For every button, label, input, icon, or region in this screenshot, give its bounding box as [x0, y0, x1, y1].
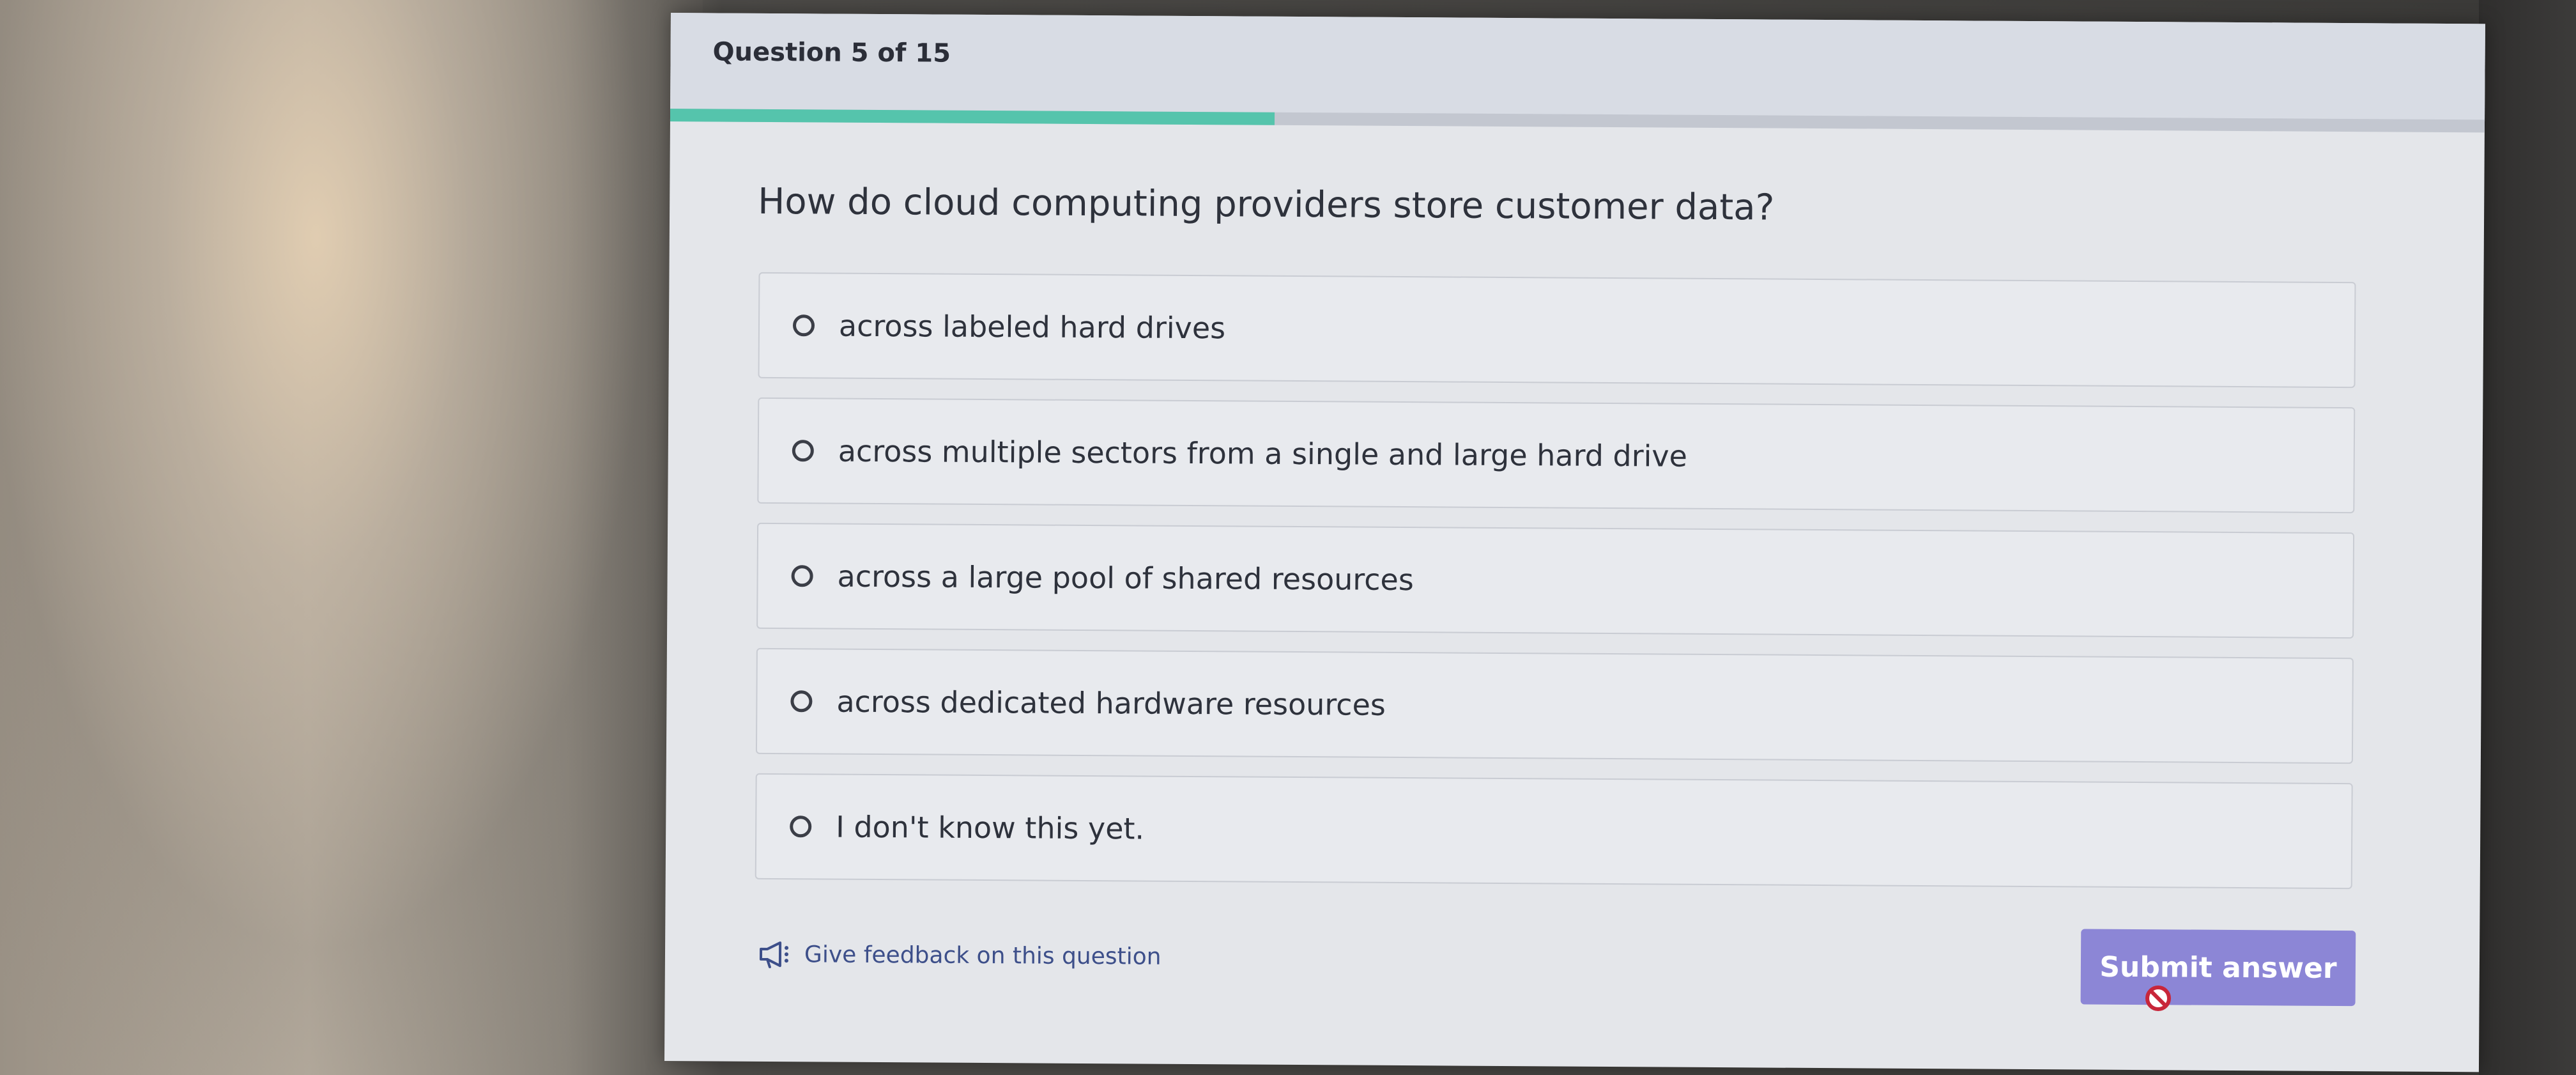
- feedback-link[interactable]: Give feedback on this question: [758, 939, 1162, 972]
- radio-button[interactable]: [790, 816, 812, 838]
- quiz-footer: Give feedback on this question Submit an…: [758, 921, 2356, 1014]
- answer-option[interactable]: I don't know this yet.: [755, 773, 2353, 890]
- answer-option[interactable]: across multiple sectors from a single an…: [757, 397, 2356, 514]
- answer-option[interactable]: across labeled hard drives: [758, 272, 2356, 389]
- not-allowed-cursor-icon: [2145, 986, 2171, 1011]
- submit-answer-button[interactable]: Submit answer: [2080, 929, 2356, 1007]
- answer-option-label: across labeled hard drives: [838, 308, 1226, 346]
- radio-button[interactable]: [792, 440, 814, 462]
- background-right: [2479, 0, 2576, 1075]
- quiz-screen: Question 5 of 15 How do cloud computing …: [664, 13, 2485, 1072]
- answer-options: across labeled hard drives across multip…: [755, 272, 2356, 908]
- answer-option[interactable]: across a large pool of shared resources: [756, 522, 2355, 639]
- answer-option-label: across a large pool of shared resources: [837, 559, 1414, 598]
- answer-option-label: across multiple sectors from a single an…: [838, 433, 1688, 474]
- megaphone-icon: [759, 941, 789, 968]
- quiz-header: Question 5 of 15: [670, 13, 2485, 127]
- feedback-link-label: Give feedback on this question: [804, 941, 1162, 970]
- question-counter: Question 5 of 15: [712, 37, 951, 68]
- answer-option-label: across dedicated hardware resources: [836, 684, 1386, 722]
- question-text: How do cloud computing providers store c…: [757, 180, 1775, 229]
- background-glow: [0, 0, 703, 1075]
- radio-button[interactable]: [792, 314, 815, 337]
- radio-button[interactable]: [791, 565, 813, 587]
- answer-option[interactable]: across dedicated hardware resources: [755, 647, 2354, 764]
- answer-option-label: I don't know this yet.: [836, 809, 1145, 846]
- radio-button[interactable]: [790, 690, 813, 713]
